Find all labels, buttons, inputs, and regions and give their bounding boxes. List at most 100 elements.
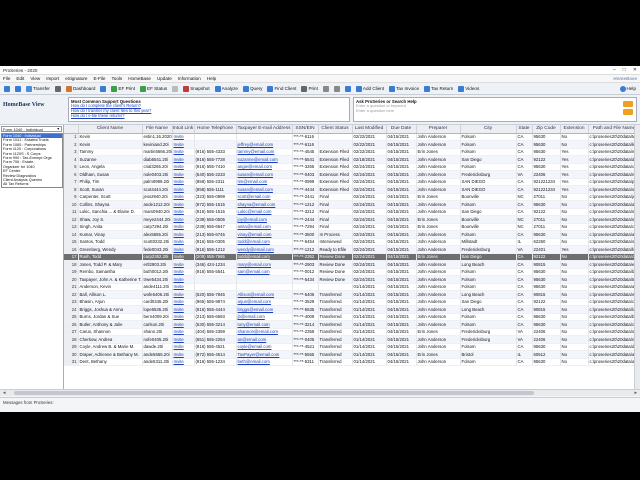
cell-email[interactable]: suzanne@email.com — [236, 155, 293, 164]
cell-email[interactable]: shayna@email.com — [236, 200, 293, 209]
table-row[interactable]: 26 Butler, Anthony & Julie carlson.20i Invi… — [64, 320, 640, 329]
cell-email[interactable]: an@email.com — [236, 335, 293, 344]
cell-link[interactable]: Invite — [172, 328, 195, 336]
column-header[interactable]: Client Name — [78, 125, 143, 134]
table-row[interactable]: 25 Burns, Jordan & Sue bern4009.20i Invite(… — [64, 313, 640, 321]
table-row[interactable]: 13 Singh, Anita carp7294.20i Invite (239) 55… — [64, 223, 640, 231]
scroll-left-icon[interactable]: ◂ — [3, 390, 6, 396]
ask-input-secondary[interactable]: Enter a question here — [356, 108, 634, 114]
cell-link[interactable]: Invite — [172, 155, 195, 164]
forward-button[interactable] — [13, 84, 23, 93]
grid-button[interactable] — [321, 84, 331, 93]
ask-go-button[interactable] — [623, 101, 633, 107]
cell-email[interactable]: Lukic@email.com — [236, 208, 293, 216]
cell-email[interactable]: briggs@email.com — [236, 305, 293, 314]
vertical-scrollbar[interactable] — [634, 125, 640, 389]
find-button[interactable]: Find Client — [265, 84, 298, 93]
table-row[interactable]: 14 Kumar, Vinay alex5655.20i Invite (213) 55… — [64, 230, 640, 239]
table-row[interactable]: 6 Oldham, Susan nole0403.20i Invite (540) 55… — [64, 170, 640, 179]
table-row[interactable]: 10 Collins, Shayna ande1212.20i Invite (972)… — [64, 200, 640, 209]
cell-email[interactable]: coyle@email.com — [236, 343, 293, 351]
menu-item-esignature[interactable]: eSignature — [65, 76, 87, 81]
print-button[interactable] — [53, 84, 63, 93]
table-row[interactable]: 21 Anderson, Kevin ande4111.20i Invite 01/14… — [64, 283, 640, 291]
table-row[interactable]: 29 Coyle, Andrew B. & Marie M. dawde.20i In… — [64, 343, 640, 351]
cell-email[interactable]: joy@email.com — [236, 215, 293, 224]
menu-item-information[interactable]: Information — [178, 76, 201, 81]
table-row[interactable]: 27 Carus, Shannon shann.20i Invite (404) 555… — [64, 328, 640, 336]
cell-email[interactable]: angie@email.com — [236, 163, 293, 171]
scroll-right-icon[interactable]: ▸ — [634, 390, 637, 396]
query-button[interactable]: Query — [241, 84, 265, 93]
table-row[interactable]: 11 Lukic, Sanchia ... & Elaine D. mars0940… — [64, 208, 640, 216]
cell-email[interactable]: beth@email.com — [236, 358, 293, 366]
menu-item-tools[interactable]: Tools — [111, 76, 122, 81]
cell-email[interactable]: jeffrey@email.com — [236, 140, 293, 149]
view-option[interactable]: All Tax Returns — [2, 182, 62, 186]
cell-link[interactable]: Invite — [172, 298, 195, 306]
menu-item-view[interactable]: View — [30, 76, 40, 81]
cell-link[interactable]: Invite — [172, 290, 195, 299]
cell-email[interactable]: tammy@email.com — [236, 148, 293, 156]
column-header[interactable]: Taxpayer E-mail Address — [236, 125, 293, 134]
table-row[interactable]: 7 Philip, Tim palm0999.20i Invite (858) 555-… — [64, 178, 640, 186]
transfer-button[interactable]: Transfer — [24, 84, 52, 93]
cell-link[interactable]: Invite — [172, 148, 195, 156]
cell-email[interactable]: tony@email.com — [236, 320, 293, 329]
cell-link[interactable]: Invite — [172, 238, 195, 246]
table-row[interactable]: 5 Leon, Angela crial3265.20i Invite (916) 55… — [64, 163, 640, 171]
cell-link[interactable]: Invite — [172, 343, 195, 351]
cell-link[interactable]: Invite — [172, 245, 195, 254]
flag-button[interactable] — [98, 84, 108, 93]
add-client-button[interactable]: Add Client — [354, 84, 386, 93]
maximize-icon[interactable]: □ — [623, 67, 626, 73]
cell-email[interactable]: wendy@email.com — [236, 245, 293, 254]
table-row[interactable]: 8 Scott, Susan scot4444.20i Invite (858) 555… — [64, 185, 640, 194]
cell-email[interactable]: susan@email.com — [236, 185, 293, 194]
cell-email[interactable]: Allison@email.com — [236, 290, 293, 299]
spacer-button[interactable] — [170, 84, 180, 93]
cell-link[interactable]: Invite — [172, 170, 195, 179]
cell-link[interactable]: Invite — [172, 223, 195, 231]
cell-link[interactable]: Invite — [172, 185, 195, 194]
cell-link[interactable]: Invite — [172, 193, 195, 201]
table-row[interactable]: 16 Greenberg, Wendy fede0043.20i Invite (916… — [64, 245, 640, 254]
cell-email[interactable]: susan@email.com — [236, 170, 293, 179]
cell-link[interactable]: Invite — [172, 253, 195, 261]
column-header[interactable]: Zip Code — [532, 125, 561, 134]
support-link[interactable]: How do I e-file these returns? — [71, 113, 347, 119]
column-header[interactable]: Due Date — [386, 125, 417, 134]
table-row[interactable]: 18 Jones, Todd P. & Mary ertl2903.20i Invit… — [64, 260, 640, 269]
efprint-button[interactable]: EF Print — [109, 84, 137, 93]
table-row[interactable]: 15 Santos, Todd scott0232.20i Invite (916) 5… — [64, 238, 640, 246]
menu-item-update[interactable]: Update — [157, 76, 172, 81]
menu-item-homebase[interactable]: HomeBase — [128, 76, 151, 81]
list-button[interactable] — [332, 84, 342, 93]
table-row[interactable]: 20 Taxpayer, John A. & Katherine T. trwe54… — [64, 275, 640, 284]
horizontal-scrollbar[interactable]: ◂ ▸ — [0, 389, 640, 396]
minimize-icon[interactable]: – — [613, 67, 616, 73]
cell-link[interactable]: Invite — [172, 358, 195, 366]
table-row[interactable]: 4 Suzanne diab5541.20i Invite (916) 555-7728… — [64, 155, 640, 164]
cell-email[interactable] — [236, 275, 293, 284]
cell-link[interactable]: Invite — [172, 268, 195, 276]
cell-link[interactable]: Invite — [172, 215, 195, 224]
table-row[interactable]: 23 Bhasin, Arjun card0345.20i Invite (965) 5… — [64, 298, 640, 306]
mail-button[interactable] — [343, 84, 353, 93]
cell-email[interactable]: shannon@email.com — [236, 328, 293, 336]
cell-email[interactable]: anita@email.com — [236, 223, 293, 231]
back-button[interactable] — [2, 84, 12, 93]
cell-email[interactable]: mary@email.com — [236, 260, 293, 269]
table-row[interactable]: 24 Briggs, Joshua & Anna lope6536.20i Invit… — [64, 305, 640, 314]
cell-link[interactable]: Invite — [172, 178, 195, 186]
cell-email[interactable]: jb@email.com — [236, 313, 293, 321]
cell-link[interactable]: Invite — [172, 163, 195, 171]
cell-email[interactable]: tim@email.com — [236, 178, 293, 186]
cell-email[interactable]: sam@email.com — [236, 268, 293, 276]
cell-link[interactable]: Invite — [172, 335, 195, 344]
search-go-button[interactable] — [623, 109, 633, 115]
table-row[interactable]: 22 Ball, Allison L. wofe5406.20i Invite (520… — [64, 290, 640, 299]
table-row[interactable]: 3 Tammy martin5666.20i Invite (916) 555-4333… — [64, 148, 640, 156]
cell-email[interactable] — [236, 283, 293, 291]
column-header[interactable]: Extension — [560, 125, 589, 134]
